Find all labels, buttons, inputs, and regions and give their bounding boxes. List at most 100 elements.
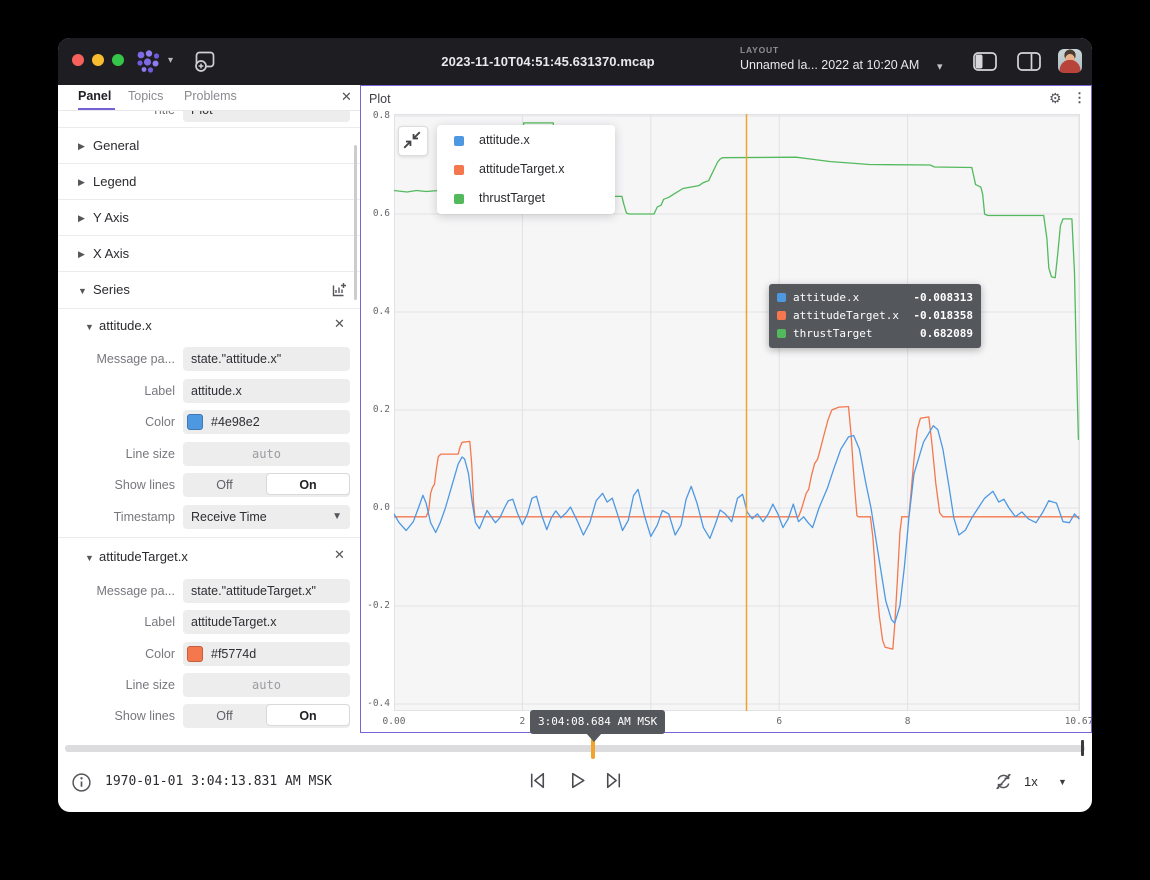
series-editor-attitude-x-header[interactable]: ▼ attitude.x ✕ bbox=[58, 312, 360, 336]
show-lines-on[interactable]: On bbox=[266, 473, 350, 495]
series-name: attitude.x bbox=[99, 318, 152, 333]
panel-menu-kebab-icon[interactable]: ⋮ bbox=[1073, 90, 1086, 106]
remove-series-icon[interactable]: ✕ bbox=[334, 317, 345, 330]
right-sidebar-toggle-icon[interactable] bbox=[1017, 52, 1041, 71]
collapse-arrows-icon bbox=[399, 127, 425, 153]
tab-topics[interactable]: Topics bbox=[128, 89, 163, 103]
field-label: Message pa... bbox=[58, 352, 175, 366]
playback-speed[interactable]: 1x bbox=[1024, 774, 1038, 789]
plot-panel: Plot ⚙ ⋮ 0.80.60.40.20.0-0.2-0.4 0.00246… bbox=[360, 85, 1092, 733]
layout-name: Unnamed la... 2022 at 10:20 AM bbox=[740, 58, 919, 72]
color-input[interactable]: #4e98e2 bbox=[183, 410, 350, 434]
remove-series-icon[interactable]: ✕ bbox=[334, 548, 345, 561]
layout-label: LAYOUT bbox=[740, 45, 919, 55]
x-tick-label: 10.67 bbox=[1065, 716, 1092, 727]
section-legend[interactable]: ▶ Legend bbox=[58, 163, 360, 200]
message-path-input[interactable]: state."attitudeTarget.x" bbox=[183, 579, 350, 603]
legend-label: attitude.x bbox=[479, 133, 530, 147]
playback-scrubber[interactable] bbox=[65, 745, 1085, 752]
color-input[interactable]: #f5774d bbox=[183, 642, 350, 666]
chart-hover-tooltip: attitude.x -0.008313 attitudeTarget.x -0… bbox=[769, 284, 981, 348]
series-color-swatch bbox=[777, 311, 786, 320]
chevron-right-icon: ▶ bbox=[78, 177, 85, 188]
chevron-down-icon: ▼ bbox=[85, 322, 94, 332]
legend-label: attitudeTarget.x bbox=[479, 162, 564, 176]
legend-item[interactable]: attitudeTarget.x bbox=[437, 155, 615, 184]
tooltip-value: -0.008313 bbox=[913, 291, 973, 304]
color-swatch[interactable] bbox=[187, 646, 203, 662]
y-tick-label: -0.4 bbox=[363, 698, 390, 709]
maximize-window-button[interactable] bbox=[112, 54, 124, 66]
x-tick-label: 8 bbox=[905, 716, 911, 727]
sidebar-scrollbar[interactable] bbox=[354, 145, 357, 300]
tooltip-row: thrustTarget 0.682089 bbox=[777, 325, 973, 343]
layout-menu[interactable]: LAYOUT Unnamed la... 2022 at 10:20 AM bbox=[740, 45, 919, 72]
add-series-icon[interactable] bbox=[330, 281, 348, 299]
tooltip-caret bbox=[586, 733, 602, 742]
minimize-window-button[interactable] bbox=[92, 54, 104, 66]
section-x-axis[interactable]: ▶ X Axis bbox=[58, 235, 360, 272]
section-series[interactable]: ▼ Series bbox=[58, 271, 360, 309]
info-icon[interactable] bbox=[71, 772, 92, 793]
left-sidebar-toggle-icon[interactable] bbox=[973, 52, 997, 71]
close-sidebar-icon[interactable]: ✕ bbox=[341, 90, 352, 103]
collapse-legend-button[interactable] bbox=[398, 126, 428, 156]
section-general[interactable]: ▶ General bbox=[58, 127, 360, 164]
field-label: Label bbox=[58, 384, 175, 398]
label-input[interactable]: attitude.x bbox=[183, 379, 350, 403]
tab-problems[interactable]: Problems bbox=[184, 89, 237, 103]
loop-off-icon[interactable] bbox=[993, 771, 1014, 792]
show-lines-off[interactable]: Off bbox=[183, 473, 266, 497]
line-size-input[interactable]: auto bbox=[183, 442, 350, 466]
add-panel-icon[interactable] bbox=[193, 51, 217, 73]
layout-chevron-down-icon[interactable]: ▾ bbox=[937, 60, 943, 73]
close-window-button[interactable] bbox=[72, 54, 84, 66]
chevron-right-icon: ▶ bbox=[78, 141, 85, 152]
timestamp-select[interactable]: Receive Time ▼ bbox=[183, 505, 350, 529]
y-tick-label: 0.0 bbox=[363, 502, 390, 513]
y-tick-label: 0.4 bbox=[363, 306, 390, 317]
section-label: Legend bbox=[93, 174, 136, 189]
legend-item[interactable]: attitude.x bbox=[437, 126, 615, 155]
user-avatar[interactable] bbox=[1058, 49, 1082, 73]
section-y-axis[interactable]: ▶ Y Axis bbox=[58, 199, 360, 236]
tooltip-value: 0.682089 bbox=[920, 327, 973, 340]
field-label: Label bbox=[58, 615, 175, 629]
seek-end-button[interactable] bbox=[603, 770, 624, 791]
x-tick-label: 0.00 bbox=[383, 716, 406, 727]
tooltip-value: -0.018358 bbox=[913, 309, 973, 322]
show-lines-off[interactable]: Off bbox=[183, 704, 266, 728]
y-tick-label: 0.6 bbox=[363, 208, 390, 219]
label-input[interactable]: attitudeTarget.x bbox=[183, 610, 350, 634]
chevron-right-icon: ▶ bbox=[78, 213, 85, 224]
series-editor-attitude-target-x-header[interactable]: ▼ attitudeTarget.x ✕ bbox=[58, 543, 360, 567]
seek-start-button[interactable] bbox=[527, 770, 548, 791]
foxglove-logo-icon[interactable] bbox=[134, 48, 164, 75]
active-tab-underline bbox=[78, 108, 115, 110]
section-label: General bbox=[93, 138, 139, 153]
timestamp-value: Receive Time bbox=[191, 510, 267, 524]
speed-chevron-down-icon[interactable]: ▼ bbox=[1058, 777, 1067, 787]
plot-legend-overlay[interactable]: attitude.x attitudeTarget.x thrustTarget bbox=[437, 125, 615, 214]
chevron-down-icon: ▼ bbox=[332, 505, 342, 529]
chevron-down-icon[interactable]: ▾ bbox=[168, 55, 173, 66]
tab-panel[interactable]: Panel bbox=[78, 89, 111, 103]
panel-settings-gear-icon[interactable]: ⚙ bbox=[1049, 90, 1062, 107]
series-color-swatch bbox=[777, 329, 786, 338]
section-label: X Axis bbox=[93, 246, 129, 261]
chevron-down-icon: ▼ bbox=[85, 553, 94, 563]
legend-item[interactable]: thrustTarget bbox=[437, 184, 615, 213]
show-lines-toggle[interactable]: Off On bbox=[183, 473, 350, 497]
color-swatch[interactable] bbox=[187, 414, 203, 430]
show-lines-toggle[interactable]: Off On bbox=[183, 704, 350, 728]
message-path-input[interactable]: state."attitude.x" bbox=[183, 347, 350, 371]
play-button[interactable] bbox=[567, 770, 588, 791]
y-tick-label: -0.2 bbox=[363, 600, 390, 611]
show-lines-on[interactable]: On bbox=[266, 704, 350, 726]
y-tick-label: 0.2 bbox=[363, 404, 390, 415]
tooltip-row: attitude.x -0.008313 bbox=[777, 289, 973, 307]
chevron-down-icon: ▼ bbox=[78, 286, 87, 296]
x-tick-label: 6 bbox=[776, 716, 782, 727]
field-label: Message pa... bbox=[58, 584, 175, 598]
line-size-input[interactable]: auto bbox=[183, 673, 350, 697]
